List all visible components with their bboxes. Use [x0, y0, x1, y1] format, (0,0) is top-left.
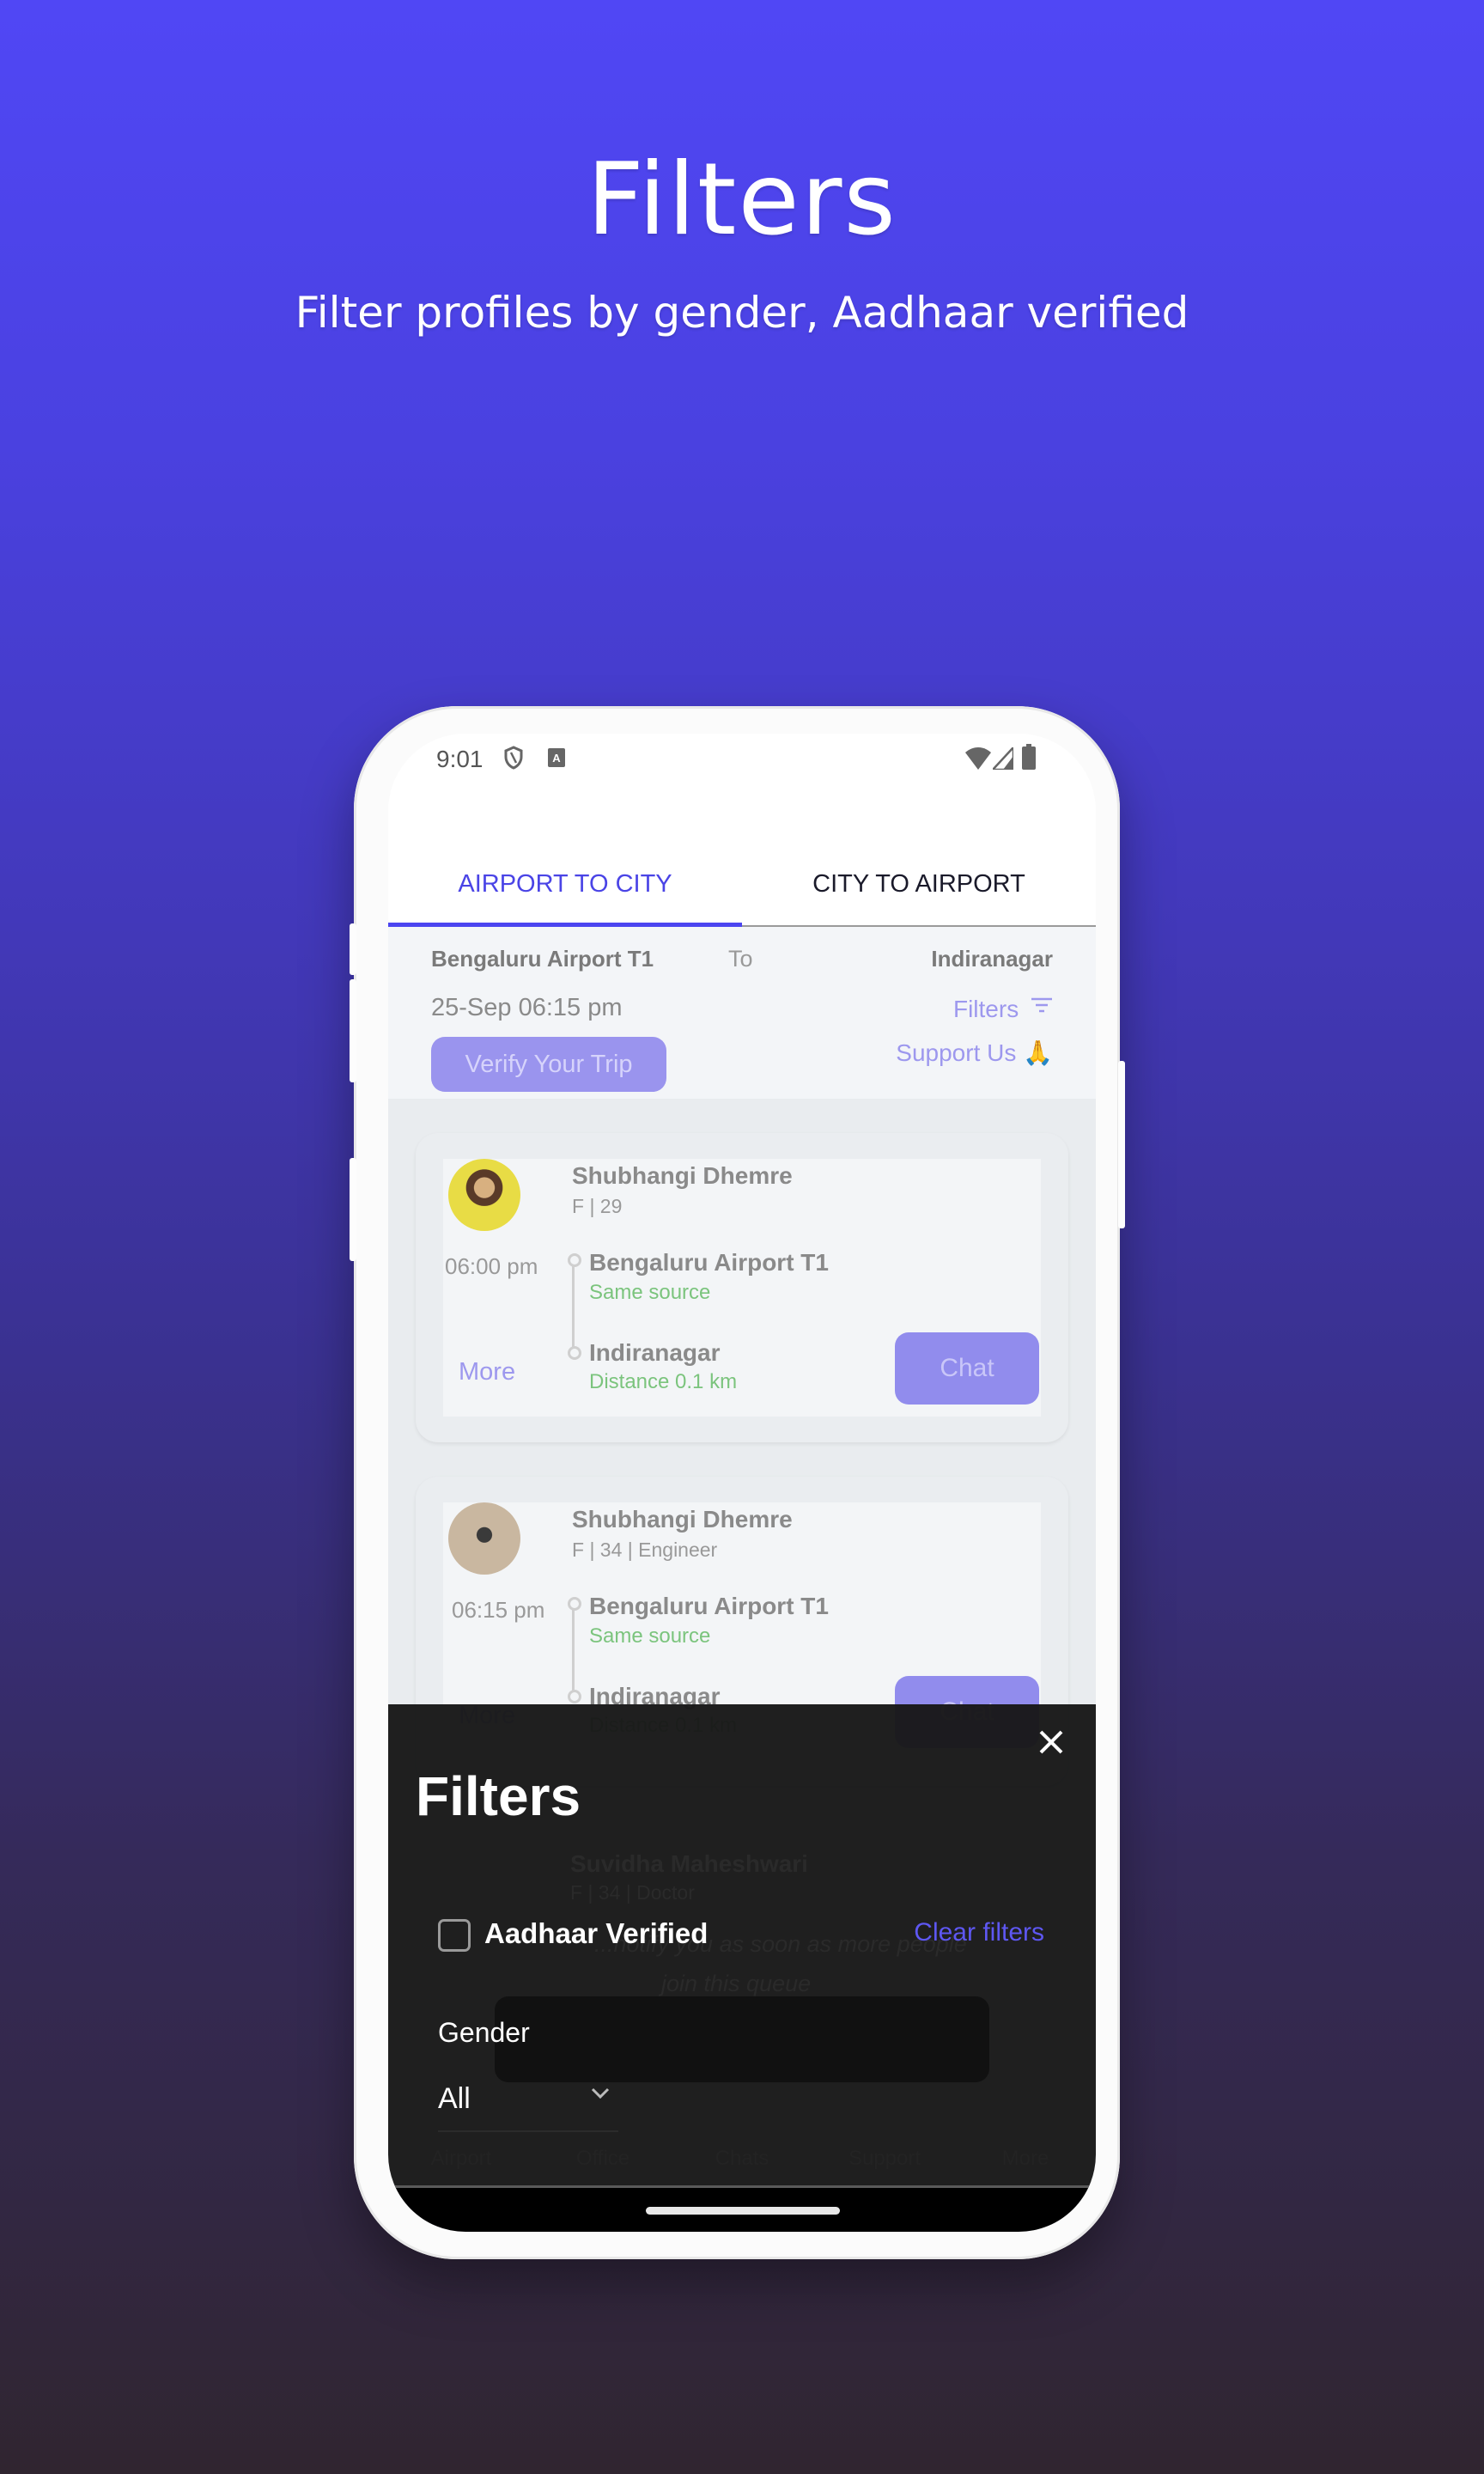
- chat-button[interactable]: Chat: [895, 1332, 1039, 1405]
- verify-trip-button[interactable]: Verify Your Trip: [431, 1037, 666, 1092]
- nav-item-more[interactable]: More: [974, 2147, 1077, 2171]
- profile-name: Shubhangi Dhemre: [572, 1506, 793, 1533]
- clear-filters-link[interactable]: Clear filters: [914, 1918, 1044, 1947]
- ghost-profile-name: Suvidha Maheshwari: [570, 1850, 808, 1877]
- aadhaar-verified-label[interactable]: Aadhaar Verified: [484, 1917, 708, 1950]
- aadhaar-verified-checkbox[interactable]: [438, 1919, 471, 1952]
- wifi-icon: [965, 747, 991, 774]
- bottom-nav: Airport Office Chats Support More: [388, 2104, 1096, 2181]
- system-nav-bar: [388, 2185, 1096, 2232]
- trip-datetime: 25-Sep 06:15 pm: [431, 994, 623, 1021]
- phone-side-button: [350, 923, 356, 975]
- pickup-dot: [568, 1597, 581, 1611]
- drop-place: Indiranagar: [589, 1339, 721, 1366]
- ghost-message: join this queue: [661, 1971, 812, 1996]
- trip-destination: Indiranagar: [931, 946, 1053, 972]
- direction-tabs: AIRPORT TO CITY CITY TO AIRPORT: [388, 841, 1096, 927]
- ghost-profile-meta: F | 34 | Doctor: [570, 1881, 695, 1904]
- ghost-button: [495, 1996, 989, 2082]
- avatar[interactable]: [448, 1159, 520, 1231]
- pickup-place: Bengaluru Airport T1: [589, 1249, 829, 1276]
- filter-icon: [1031, 997, 1052, 1013]
- pickup-dot: [568, 1253, 581, 1267]
- nav-item-chats[interactable]: Chats: [690, 2147, 794, 2171]
- departure-time: 06:00 pm: [445, 1253, 538, 1279]
- signal-icon: [990, 744, 1015, 774]
- drop-dot: [568, 1346, 581, 1360]
- departure-time: 06:15 pm: [452, 1597, 545, 1623]
- hero-subtitle: Filter profiles by gender, Aadhaar verif…: [295, 288, 1189, 338]
- route-line: [572, 1606, 575, 1700]
- battery-icon: [1022, 744, 1036, 774]
- tab-city-to-airport[interactable]: CITY TO AIRPORT: [742, 841, 1096, 927]
- support-us-link[interactable]: Support Us 🙏: [896, 1039, 1053, 1067]
- hero-title: Filters: [587, 142, 897, 258]
- phone-side-button: [1118, 1061, 1125, 1228]
- home-gesture-pill[interactable]: [646, 2207, 840, 2215]
- status-time: 9:01: [436, 746, 484, 772]
- a-notification-icon: A: [548, 748, 565, 771]
- gender-label: Gender: [438, 2017, 530, 2048]
- nav-item-airport[interactable]: Airport: [410, 2147, 513, 2171]
- trip-summary: Bengaluru Airport T1 To Indiranagar 25-S…: [388, 927, 1096, 1099]
- chevron-down-icon[interactable]: [590, 2086, 611, 2105]
- filters-link[interactable]: Filters: [953, 996, 1053, 1023]
- pickup-place: Bengaluru Airport T1: [589, 1593, 829, 1619]
- sheet-title: Filters: [416, 1765, 581, 1827]
- more-link[interactable]: More: [459, 1358, 515, 1386]
- tab-airport-to-city[interactable]: AIRPORT TO CITY: [388, 841, 742, 927]
- avatar[interactable]: [448, 1502, 520, 1575]
- phone-side-button: [350, 1158, 356, 1261]
- pickup-note: Same source: [589, 1281, 711, 1304]
- phone-side-button: [350, 979, 356, 1082]
- route-line: [572, 1262, 575, 1356]
- match-card: Shubhangi Dhemre F | 29 06:00 pm Bengalu…: [416, 1133, 1068, 1442]
- drop-note: Distance 0.1 km: [589, 1370, 738, 1393]
- filters-link-label: Filters: [952, 996, 1019, 1022]
- trip-from: Bengaluru Airport T1: [431, 946, 654, 972]
- drop-dot: [568, 1690, 581, 1703]
- trip-to-label: To: [728, 946, 753, 972]
- phone-screen: 9:01 A AIRPORT TO CITY CITY TO AIRPORT B…: [388, 734, 1096, 2232]
- card-body: Shubhangi Dhemre F | 29 06:00 pm Bengalu…: [443, 1159, 1041, 1417]
- profile-meta: F | 29: [572, 1195, 623, 1217]
- close-icon[interactable]: [1036, 1727, 1067, 1758]
- status-bar: 9:01 A: [388, 734, 1096, 782]
- profile-meta: F | 34 | Engineer: [572, 1539, 718, 1561]
- pickup-note: Same source: [589, 1624, 711, 1648]
- nav-item-office[interactable]: Office: [551, 2147, 654, 2171]
- svg-text:A: A: [552, 752, 561, 765]
- nav-item-support[interactable]: Support: [833, 2147, 936, 2171]
- shield-icon: [503, 746, 524, 774]
- profile-name: Shubhangi Dhemre: [572, 1162, 793, 1189]
